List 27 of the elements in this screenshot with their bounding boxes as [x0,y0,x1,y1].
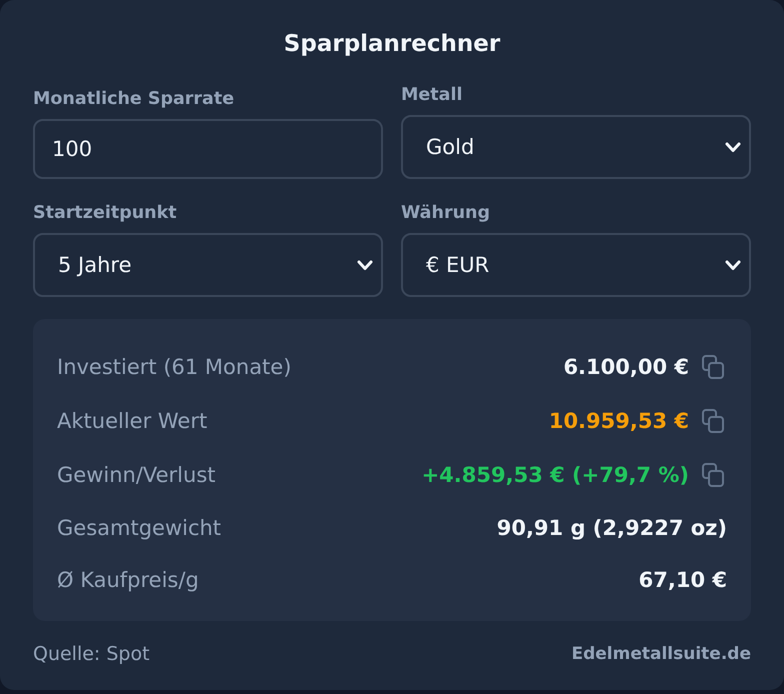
dropdown[interactable]: Gold [401,115,751,179]
field-label: Währung [401,202,490,225]
result-value: 90,91 g (2,9227 oz) [496,515,727,542]
copy-icon [702,355,724,379]
amount-input[interactable]: 100 [33,119,383,179]
result-label: Ø Kaufpreis/g [57,566,199,594]
copy-icon [702,463,724,487]
calculator-title: Sparplanrechner [284,30,500,59]
result-label: Investiert (61 Monate) [57,354,292,380]
field-label: Metall [401,84,462,107]
result-label: Gewinn/Verlust [57,462,216,488]
dropdown[interactable]: € EUR [401,233,751,297]
result-value: 6.100,00 € [563,354,689,381]
result-value: 10.959,53 € [548,408,689,435]
field-label: Startzeitpunkt [33,202,177,225]
source-text: Quelle: Spot [33,643,150,665]
field-label: Monatliche Sparrate [33,88,234,111]
result-value: +4.859,53 € (+79,7 %) [422,462,689,489]
chevron-down-icon [725,260,741,270]
result-value: 67,10 € [638,567,727,594]
result-label: Gesamtgewicht [57,514,222,542]
dropdown[interactable]: 5 Jahre [33,233,383,297]
chevron-down-icon [725,142,741,152]
result-label: Aktueller Wert [57,408,208,434]
copy-icon [702,409,724,433]
chevron-down-icon [357,260,373,270]
brand-text: Edelmetallsuite.de [572,644,751,664]
